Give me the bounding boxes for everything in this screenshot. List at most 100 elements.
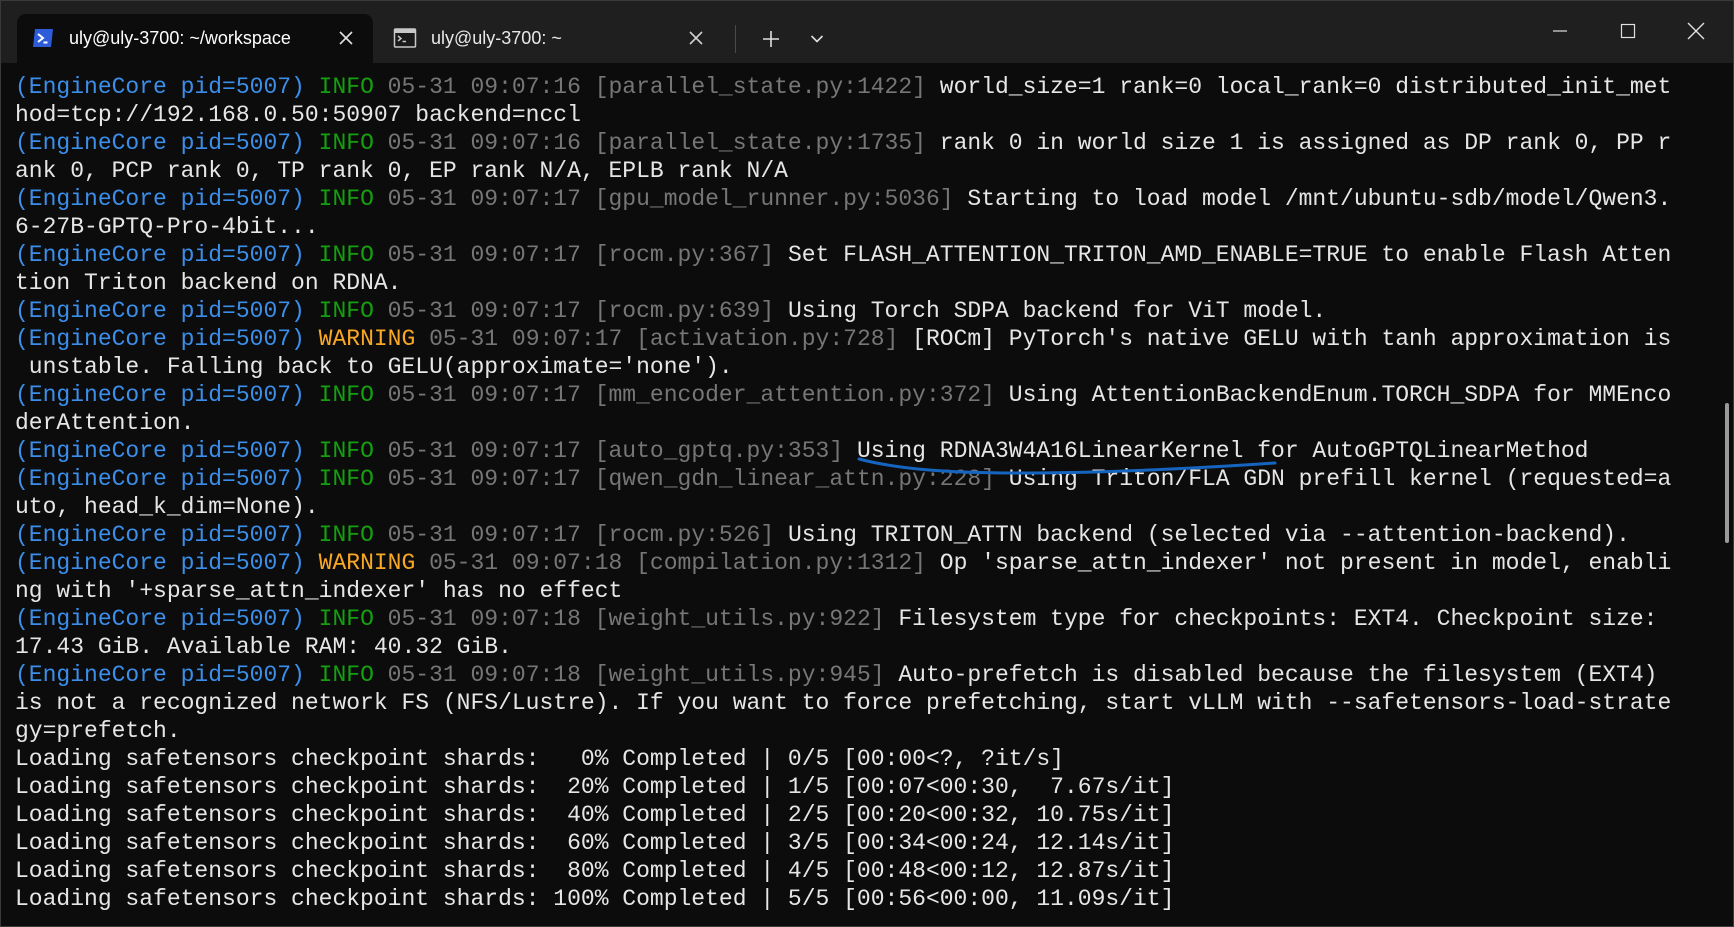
log-segment-msg: Loading safetensors checkpoint shards: 0… xyxy=(15,746,1064,772)
minimize-button[interactable] xyxy=(1537,11,1583,51)
log-segment-msg: Using AttentionBackendEnum.TORCH_SDPA fo… xyxy=(1008,382,1672,408)
terminal-line: ng with '+sparse_attn_indexer' has no ef… xyxy=(15,577,1707,605)
terminal-pane[interactable]: (EngineCore pid=5007) INFO 05-31 09:07:1… xyxy=(1,63,1733,926)
close-tab-icon[interactable] xyxy=(683,25,709,51)
log-segment-gray: 05-31 09:07:18 [weight_utils.py:945] xyxy=(387,662,899,688)
log-segment-gray: 05-31 09:07:16 [parallel_state.py:1422] xyxy=(387,74,940,100)
log-segment-ec: (EngineCore pid=5007) xyxy=(15,438,319,464)
log-segment-msg: Starting to load model /mnt/ubuntu-sdb/m… xyxy=(967,186,1672,212)
log-segment-ec: (EngineCore pid=5007) xyxy=(15,242,319,268)
terminal-line: Loading safetensors checkpoint shards: 4… xyxy=(15,801,1707,829)
terminal-line: (EngineCore pid=5007) INFO 05-31 09:07:1… xyxy=(15,381,1707,409)
terminal-line: 17.43 GiB. Available RAM: 40.32 GiB. xyxy=(15,633,1707,661)
terminal-line: ank 0, PCP rank 0, TP rank 0, EP rank N/… xyxy=(15,157,1707,185)
log-segment-info: INFO xyxy=(318,74,388,100)
terminal-line: (EngineCore pid=5007) INFO 05-31 09:07:1… xyxy=(15,605,1707,633)
tab-title: uly@uly-3700: ~ xyxy=(431,28,562,48)
terminal-line: (EngineCore pid=5007) INFO 05-31 09:07:1… xyxy=(15,437,1707,465)
log-segment-ec: (EngineCore pid=5007) xyxy=(15,74,319,100)
terminal-line: (EngineCore pid=5007) WARNING 05-31 09:0… xyxy=(15,325,1707,353)
terminal-line: (EngineCore pid=5007) INFO 05-31 09:07:1… xyxy=(15,185,1707,213)
terminal-line: tion Triton backend on RDNA. xyxy=(15,269,1707,297)
plus-icon xyxy=(763,31,779,47)
log-segment-info: INFO xyxy=(318,662,388,688)
log-segment-msg: unstable. Falling back to GELU(approxima… xyxy=(15,354,733,380)
log-segment-gray: 05-31 09:07:17 [activation.py:728] xyxy=(429,326,913,352)
log-segment-msg: hod=tcp://192.168.0.50:50907 backend=ncc… xyxy=(15,102,581,128)
terminal-icon xyxy=(393,26,417,50)
terminal-line: (EngineCore pid=5007) INFO 05-31 09:07:1… xyxy=(15,521,1707,549)
powershell-icon xyxy=(31,26,55,50)
log-segment-msg: Filesystem type for checkpoints: EXT4. C… xyxy=(898,606,1658,632)
log-segment-gray: 05-31 09:07:16 [parallel_state.py:1735] xyxy=(387,130,940,156)
terminal-line: Loading safetensors checkpoint shards: 8… xyxy=(15,857,1707,885)
terminal-line: (EngineCore pid=5007) INFO 05-31 09:07:1… xyxy=(15,73,1707,101)
terminal-line: derAttention. xyxy=(15,409,1707,437)
log-segment-msg: ng with '+sparse_attn_indexer' has no ef… xyxy=(15,578,623,604)
log-segment-msg: is not a recognized network FS (NFS/Lust… xyxy=(15,690,1672,716)
terminal-line: uto, head_k_dim=None). xyxy=(15,493,1707,521)
log-segment-gray: 05-31 09:07:18 [weight_utils.py:922] xyxy=(387,606,899,632)
minimize-icon xyxy=(1553,30,1567,32)
close-tab-icon[interactable] xyxy=(333,25,359,51)
log-segment-msg: 6-27B-GPTQ-Pro-4bit... xyxy=(15,214,319,240)
maximize-icon xyxy=(1620,23,1636,39)
terminal-line: Loading safetensors checkpoint shards: 6… xyxy=(15,829,1707,857)
close-icon xyxy=(1687,22,1705,40)
new-tab-button[interactable] xyxy=(755,23,787,55)
log-segment-warn: WARNING xyxy=(318,550,430,576)
log-segment-msg: Loading safetensors checkpoint shards: 6… xyxy=(15,830,1175,856)
log-segment-ec: (EngineCore pid=5007) xyxy=(15,662,319,688)
terminal-line: Loading safetensors checkpoint shards: 0… xyxy=(15,745,1707,773)
log-segment-warn: WARNING xyxy=(318,326,430,352)
tab-title: uly@uly-3700: ~/workspace xyxy=(69,28,291,48)
log-segment-info: INFO xyxy=(318,382,388,408)
log-segment-gray: 05-31 09:07:17 [rocm.py:526] xyxy=(387,522,788,548)
log-segment-msg: Loading safetensors checkpoint shards: 8… xyxy=(15,858,1175,884)
log-segment-msg: Using Torch SDPA backend for ViT model. xyxy=(787,298,1327,324)
log-segment-gray: 05-31 09:07:17 [mm_encoder_attention.py:… xyxy=(387,382,1009,408)
title-bar[interactable]: uly@uly-3700: ~/workspace uly@uly-3700: … xyxy=(1,1,1733,63)
log-segment-ec: (EngineCore pid=5007) xyxy=(15,550,319,576)
terminal-line: (EngineCore pid=5007) INFO 05-31 09:07:1… xyxy=(15,129,1707,157)
terminal-line: 6-27B-GPTQ-Pro-4bit... xyxy=(15,213,1707,241)
log-segment-info: INFO xyxy=(318,438,388,464)
log-segment-ec: (EngineCore pid=5007) xyxy=(15,466,319,492)
terminal-line: gy=prefetch. xyxy=(15,717,1707,745)
log-segment-msg: Auto-prefetch is disabled because the fi… xyxy=(898,662,1658,688)
close-window-button[interactable] xyxy=(1673,11,1719,51)
log-segment-ec: (EngineCore pid=5007) xyxy=(15,130,319,156)
log-segment-ec: (EngineCore pid=5007) xyxy=(15,382,319,408)
log-segment-info: INFO xyxy=(318,186,388,212)
log-segment-ec: (EngineCore pid=5007) xyxy=(15,606,319,632)
tab-dropdown-button[interactable] xyxy=(801,23,833,55)
terminal-line: (EngineCore pid=5007) INFO 05-31 09:07:1… xyxy=(15,465,1707,493)
log-segment-gray: 05-31 09:07:17 [auto_gptq.py:353] xyxy=(387,438,857,464)
maximize-button[interactable] xyxy=(1605,11,1651,51)
chevron-down-icon xyxy=(810,35,824,43)
log-segment-gray: 05-31 09:07:17 [qwen_gdn_linear_attn.py:… xyxy=(387,466,1009,492)
terminal-output: (EngineCore pid=5007) INFO 05-31 09:07:1… xyxy=(15,73,1707,913)
log-segment-msg: Using RDNA3W4A16LinearKernel for AutoGPT… xyxy=(856,438,1589,464)
log-segment-info: INFO xyxy=(318,298,388,324)
terminal-line: (EngineCore pid=5007) INFO 05-31 09:07:1… xyxy=(15,661,1707,689)
log-segment-ec: (EngineCore pid=5007) xyxy=(15,186,319,212)
log-segment-info: INFO xyxy=(318,522,388,548)
tab-home[interactable]: uly@uly-3700: ~ xyxy=(379,14,723,63)
log-segment-msg: Op 'sparse_attn_indexer' not present in … xyxy=(939,550,1672,576)
terminal-line: hod=tcp://192.168.0.50:50907 backend=ncc… xyxy=(15,101,1707,129)
terminal-line: Loading safetensors checkpoint shards: 1… xyxy=(15,885,1707,913)
terminal-line: Loading safetensors checkpoint shards: 2… xyxy=(15,773,1707,801)
log-segment-msg: derAttention. xyxy=(15,410,195,436)
log-segment-msg: Using Triton/FLA GDN prefill kernel (req… xyxy=(1008,466,1672,492)
scrollbar-thumb[interactable] xyxy=(1725,403,1729,543)
tab-workspace[interactable]: uly@uly-3700: ~/workspace xyxy=(17,14,373,63)
terminal-line: (EngineCore pid=5007) INFO 05-31 09:07:1… xyxy=(15,297,1707,325)
log-segment-msg: ank 0, PCP rank 0, TP rank 0, EP rank N/… xyxy=(15,158,788,184)
log-segment-info: INFO xyxy=(318,130,388,156)
log-segment-gray: 05-31 09:07:18 [compilation.py:1312] xyxy=(429,550,940,576)
log-segment-ec: (EngineCore pid=5007) xyxy=(15,522,319,548)
log-segment-msg: uto, head_k_dim=None). xyxy=(15,494,319,520)
log-segment-ec: (EngineCore pid=5007) xyxy=(15,298,319,324)
log-segment-msg: rank 0 in world size 1 is assigned as DP… xyxy=(939,130,1672,156)
